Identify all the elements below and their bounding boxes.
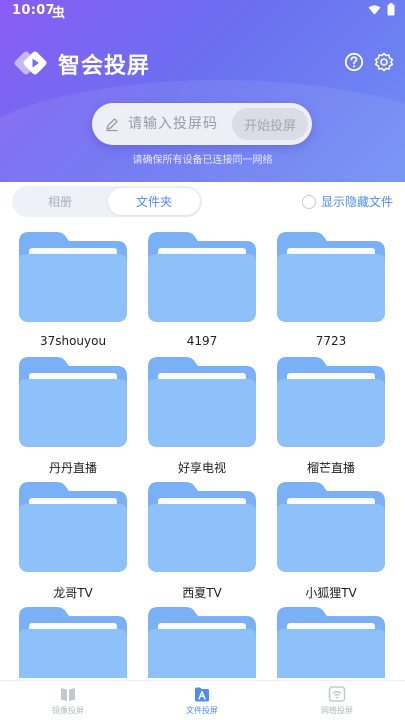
folder-icon bbox=[277, 607, 385, 678]
folder-item[interactable] bbox=[19, 605, 129, 678]
network-tip: 请确保所有设备已连接同一网络 bbox=[132, 155, 273, 166]
folder-item[interactable]: 西夏TV bbox=[148, 480, 258, 600]
folder-a-icon bbox=[195, 687, 209, 702]
notification-icon: 虫 bbox=[52, 6, 66, 21]
folder-icon bbox=[277, 357, 385, 447]
nav-label-network: 网络投屏 bbox=[321, 706, 353, 715]
cast-code-input[interactable] bbox=[128, 111, 228, 137]
wifi-icon bbox=[368, 4, 381, 15]
folder-item[interactable]: 小狐狸TV bbox=[277, 480, 387, 600]
help-button[interactable] bbox=[342, 50, 366, 74]
source-tab-switcher: 相册 文件夹 bbox=[12, 186, 202, 217]
status-indicators bbox=[368, 3, 395, 16]
folder-icon bbox=[148, 482, 256, 572]
folder-item[interactable] bbox=[148, 605, 258, 678]
tab-folder[interactable]: 文件夹 bbox=[108, 188, 200, 215]
folder-icon bbox=[277, 232, 385, 322]
folder-item[interactable]: 好享电视 bbox=[148, 355, 258, 475]
start-cast-button[interactable]: 开始投屏 bbox=[232, 108, 308, 140]
app-logo-icon bbox=[14, 51, 47, 75]
nav-mirror-cast[interactable]: 镜像投屏 bbox=[28, 685, 108, 719]
folder-icon bbox=[19, 607, 127, 678]
folder-grid: 37shouyou 4197 7723 丹丹直播 好享电视 榴芒直播龙哥TV 西夏TV 小狐狸… bbox=[0, 230, 405, 678]
wifi-cast-icon bbox=[328, 686, 346, 702]
app-title: 智会投屏 bbox=[58, 54, 151, 79]
book-icon bbox=[61, 688, 75, 701]
folder-name: 龙哥TV bbox=[53, 586, 93, 600]
folder-item[interactable]: 4197 bbox=[148, 230, 258, 350]
status-bar: 10:07 虫 bbox=[0, 0, 405, 22]
folder-name: 4197 bbox=[186, 334, 218, 348]
folder-name: 榴芒直播 bbox=[306, 461, 355, 475]
hidden-files-radio[interactable] bbox=[302, 194, 316, 209]
folder-name: 丹丹直播 bbox=[48, 461, 97, 475]
nav-label-file: 文件投屏 bbox=[186, 706, 218, 715]
folder-name: 37shouyou bbox=[39, 334, 107, 348]
gear-icon bbox=[374, 52, 394, 72]
question-icon bbox=[344, 52, 364, 72]
header-banner: 10:07 虫 智会投屏 请输入投屏码 开始投屏 请确保所有设备已连接同一网络 bbox=[0, 0, 405, 182]
nav-network-cast[interactable]: 网络投屏 bbox=[297, 685, 377, 719]
bottom-nav: 镜像投屏 文件投屏 网络投屏 bbox=[0, 680, 405, 720]
tab-album[interactable]: 相册 bbox=[14, 188, 106, 215]
pen-icon bbox=[106, 118, 118, 132]
folder-item[interactable]: 丹丹直播 bbox=[19, 355, 129, 475]
folder-item[interactable]: 7723 bbox=[277, 230, 387, 350]
folder-item[interactable]: 榴芒直播 bbox=[277, 355, 387, 475]
folder-icon bbox=[19, 357, 127, 447]
folder-name: 小狐狸TV bbox=[305, 586, 357, 600]
folder-icon bbox=[148, 357, 256, 447]
folder-name: 西夏TV bbox=[182, 586, 222, 600]
show-hidden-files-toggle[interactable]: 显示隐藏文件 bbox=[302, 193, 393, 210]
folder-name: 7723 bbox=[315, 334, 347, 348]
battery-icon bbox=[387, 3, 395, 16]
folder-icon bbox=[277, 482, 385, 572]
folder-icon bbox=[148, 607, 256, 678]
folder-icon bbox=[19, 232, 127, 322]
folder-item[interactable]: 37shouyou bbox=[19, 230, 129, 350]
settings-button[interactable] bbox=[372, 50, 396, 74]
nav-file-cast[interactable]: 文件投屏 bbox=[162, 685, 242, 719]
status-time: 10:07 bbox=[12, 3, 55, 18]
nav-label-mirror: 镜像投屏 bbox=[52, 706, 84, 715]
folder-name: 好享电视 bbox=[177, 461, 226, 475]
folder-icon bbox=[19, 482, 127, 572]
hidden-files-label: 显示隐藏文件 bbox=[321, 195, 394, 209]
folder-item[interactable]: 龙哥TV bbox=[19, 480, 129, 600]
cast-code-box: 开始投屏 bbox=[92, 103, 312, 145]
folder-item[interactable] bbox=[277, 605, 387, 678]
folder-icon bbox=[148, 232, 256, 322]
